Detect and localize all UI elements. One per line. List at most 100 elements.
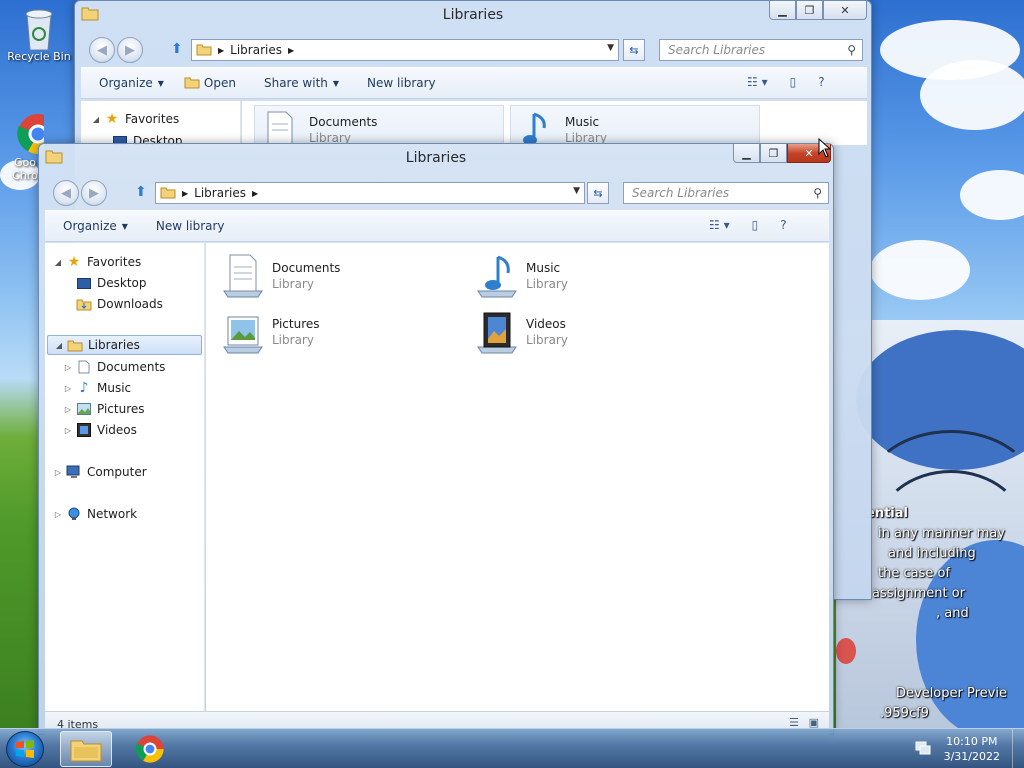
- nav-documents[interactable]: ▷ Documents: [45, 357, 204, 377]
- computer-icon: [65, 464, 83, 480]
- library-tile-documents[interactable]: Documents Library: [218, 251, 438, 301]
- show-desktop-button[interactable]: [1012, 729, 1024, 768]
- content-pane: Documents Library Music Library: [242, 101, 867, 145]
- collapse-arrow-icon[interactable]: ▷: [63, 405, 73, 414]
- watermark-text: and including: [888, 546, 976, 561]
- watermark-text: .959cf9: [880, 706, 929, 721]
- collapse-arrow-icon[interactable]: ▷: [63, 426, 73, 435]
- front-explorer-window[interactable]: Libraries ▁ ❐ ✕ ◀ ▶ ⬆ ▶ Libraries ▶ ▼ ⇆ …: [38, 143, 834, 735]
- library-tile-music[interactable]: Music Library: [510, 105, 760, 145]
- collapse-arrow-icon[interactable]: ▷: [63, 363, 73, 372]
- address-bar[interactable]: ▶ Libraries ▶ ▼: [191, 39, 619, 61]
- search-input[interactable]: Search Libraries ⚲: [623, 182, 829, 204]
- chevron-down-icon[interactable]: ▼: [573, 186, 580, 196]
- nav-network[interactable]: ▷ Network: [45, 504, 204, 524]
- music-library-icon: [472, 252, 522, 300]
- desktop-icon-recycle-bin[interactable]: Recycle Bin: [0, 6, 78, 63]
- view-options-icon[interactable]: ☷ ▾: [747, 75, 768, 89]
- open-button[interactable]: Open: [184, 75, 236, 92]
- view-options-icon[interactable]: ☷ ▾: [709, 218, 730, 232]
- new-library-button[interactable]: New library: [367, 76, 436, 90]
- caption-buttons: ▁ ❐ ✕: [769, 1, 867, 21]
- nav-favorites[interactable]: ◢ ★ Favorites: [81, 109, 240, 129]
- recycle-bin-icon: [19, 6, 59, 51]
- documents-library-icon: [255, 106, 305, 145]
- documents-icon: [75, 359, 93, 375]
- new-library-label: New library: [367, 76, 436, 90]
- network-tray-icon[interactable]: [914, 739, 932, 757]
- breadcrumb[interactable]: Libraries: [230, 43, 282, 57]
- preview-pane-icon[interactable]: ▯: [790, 75, 797, 89]
- back-button[interactable]: ◀: [53, 180, 79, 206]
- tile-subtitle: Library: [526, 277, 568, 291]
- maximize-button[interactable]: ❐: [796, 1, 823, 20]
- up-arrow-icon[interactable]: ⬆: [171, 41, 183, 57]
- help-icon[interactable]: ?: [818, 75, 824, 89]
- tile-text: Documents Library: [309, 115, 377, 145]
- share-label: Share with: [263, 76, 328, 90]
- nav-music[interactable]: ▷ ♪ Music: [45, 378, 204, 398]
- library-tile-music[interactable]: Music Library: [472, 251, 692, 301]
- tile-name: Music: [565, 115, 600, 129]
- cloud: [870, 240, 970, 300]
- close-button[interactable]: ✕: [823, 1, 867, 20]
- refresh-button[interactable]: ⇆: [623, 39, 645, 61]
- start-button[interactable]: [6, 731, 44, 767]
- taskbar-chrome-button[interactable]: [124, 731, 176, 767]
- tile-text: Music Library: [526, 261, 568, 291]
- forward-button[interactable]: ▶: [117, 37, 143, 63]
- maximize-button[interactable]: ❐: [760, 144, 787, 163]
- expand-arrow-icon[interactable]: ◢: [91, 115, 101, 124]
- library-tile-videos[interactable]: Videos Library: [472, 307, 692, 357]
- collapse-arrow-icon[interactable]: ▷: [53, 510, 63, 519]
- nav-libraries[interactable]: ◢ Libraries: [47, 335, 202, 355]
- back-button[interactable]: ◀: [89, 37, 115, 63]
- preview-pane-icon[interactable]: ▯: [752, 218, 759, 232]
- nav-favorites[interactable]: ◢ ★ Favorites: [45, 252, 204, 272]
- command-bar: Organize ▼ New library ☷ ▾ ▯ ?: [45, 210, 829, 242]
- expand-arrow-icon[interactable]: ◢: [53, 258, 63, 267]
- tile-name: Pictures: [272, 317, 320, 331]
- nav-pictures[interactable]: ▷ Pictures: [45, 399, 204, 419]
- breadcrumb[interactable]: Libraries: [194, 186, 246, 200]
- collapse-arrow-icon[interactable]: ▷: [63, 384, 73, 393]
- search-icon[interactable]: ⚲: [847, 43, 856, 57]
- refresh-button[interactable]: ⇆: [587, 182, 609, 204]
- search-icon[interactable]: ⚲: [813, 186, 822, 200]
- forward-button[interactable]: ▶: [81, 180, 107, 206]
- system-clock[interactable]: 10:10 PM 3/31/2022: [944, 734, 1000, 764]
- library-tile-documents[interactable]: Documents Library: [254, 105, 504, 145]
- new-library-button[interactable]: New library: [156, 219, 225, 233]
- search-input[interactable]: Search Libraries ⚲: [659, 39, 863, 61]
- network-icon: [65, 506, 83, 522]
- library-tile-pictures[interactable]: Pictures Library: [218, 307, 438, 357]
- nav-downloads[interactable]: Downloads: [45, 294, 204, 314]
- taskbar-explorer-button[interactable]: [60, 731, 112, 767]
- pictures-icon: [75, 401, 93, 417]
- organize-button[interactable]: Organize ▼: [63, 219, 128, 233]
- watermark-text: in any manner may: [878, 526, 1005, 541]
- nav-label: Network: [87, 507, 138, 521]
- minimize-button[interactable]: ▁: [769, 1, 796, 20]
- videos-icon: [75, 422, 93, 438]
- share-with-button[interactable]: Share with ▼: [264, 76, 339, 90]
- nav-videos[interactable]: ▷ Videos: [45, 420, 204, 440]
- pictures-library-icon: [218, 308, 268, 356]
- nav-desktop[interactable]: Desktop: [45, 273, 204, 293]
- taskbar: 10:10 PM 3/31/2022: [0, 728, 1024, 768]
- chevron-down-icon[interactable]: ▼: [607, 43, 614, 53]
- help-icon[interactable]: ?: [780, 218, 786, 232]
- minimize-button[interactable]: ▁: [733, 144, 760, 163]
- expand-arrow-icon[interactable]: ◢: [54, 341, 64, 350]
- window-title: Libraries: [442, 7, 504, 23]
- chrome-icon: [135, 735, 164, 763]
- organize-button[interactable]: Organize ▼: [99, 76, 164, 90]
- tile-name: Videos: [526, 317, 566, 331]
- watermark-text: assignment or: [872, 586, 966, 601]
- nav-computer[interactable]: ▷ Computer: [45, 462, 204, 482]
- content-pane: Documents Library Music Library Pictures…: [206, 243, 829, 711]
- collapse-arrow-icon[interactable]: ▷: [53, 468, 63, 477]
- address-bar[interactable]: ▶ Libraries ▶ ▼: [155, 182, 585, 204]
- up-arrow-icon[interactable]: ⬆: [135, 184, 147, 200]
- documents-library-icon: [218, 252, 268, 300]
